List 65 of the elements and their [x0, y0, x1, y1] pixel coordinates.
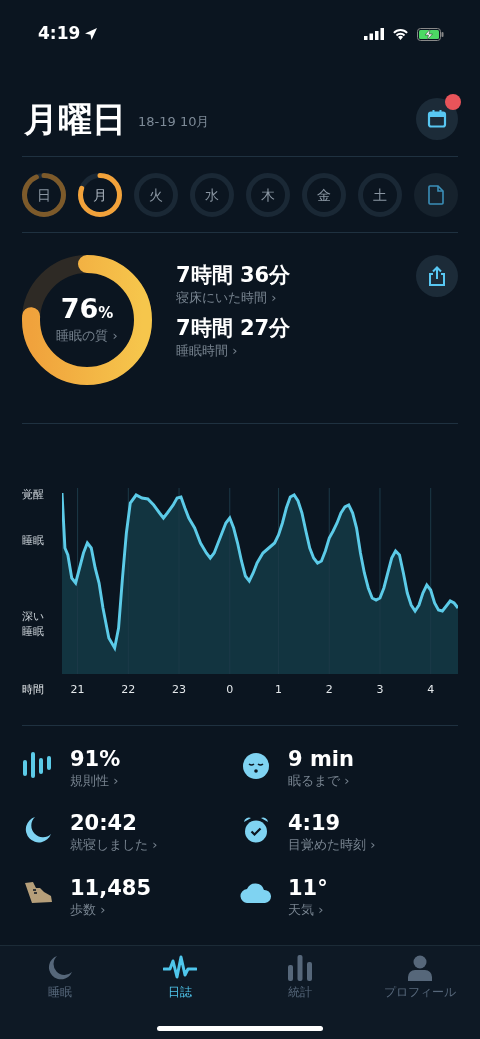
stat-link[interactable]: 歩数 › — [70, 899, 152, 920]
person-icon — [408, 955, 432, 981]
quality-link[interactable]: 睡眠の質 › — [56, 325, 118, 346]
moon-icon — [47, 955, 73, 981]
stat-link[interactable]: 規則性 › — [70, 770, 121, 791]
clock-time: 4:19 — [38, 22, 81, 46]
cloud-icon — [240, 880, 272, 903]
day-button[interactable]: 火 — [134, 173, 178, 217]
axis-label: 1 — [275, 682, 283, 698]
duration-link[interactable]: 睡眠時間 › — [176, 340, 416, 361]
stat-value: 9 min — [288, 747, 354, 771]
axis-label: 3 — [376, 682, 384, 698]
axis-label: 覚醒 — [22, 488, 45, 503]
axis-title: 時間 — [22, 682, 45, 698]
battery-charging-icon — [417, 27, 444, 41]
wave-icon — [163, 955, 197, 981]
sleepy-face-icon — [242, 751, 270, 780]
axis-label: 22 — [121, 682, 136, 698]
day-button[interactable]: 金 — [302, 173, 346, 217]
signal-icon — [364, 28, 384, 40]
quality-value: 76% — [60, 294, 114, 322]
axis-label: 4 — [427, 682, 435, 698]
bars-icon — [23, 751, 53, 778]
report-button[interactable] — [414, 173, 458, 217]
day-ring — [22, 173, 66, 217]
day-ring — [78, 173, 122, 217]
day-button[interactable]: 水 — [190, 173, 234, 217]
stat-link[interactable]: 目覚めた時刻 › — [288, 835, 376, 855]
duration-link[interactable]: 寝床にいた時間 › — [176, 288, 416, 308]
axis-label: 2 — [325, 682, 333, 698]
tab-button[interactable]: プロフィール — [360, 954, 480, 1002]
shoe-icon — [23, 880, 53, 905]
stat-link[interactable]: 就寝しました › — [70, 835, 158, 855]
tab-button[interactable]: 日誌 — [120, 954, 240, 1002]
day-title: 月曜日 — [24, 98, 126, 140]
tab-button[interactable]: 統計 — [240, 954, 360, 1002]
share-icon — [428, 266, 446, 286]
calendar-icon — [427, 109, 447, 129]
bar-chart-icon — [288, 955, 312, 981]
duration-value: 7時間 36分 — [176, 263, 292, 289]
axis-label: 21 — [70, 682, 85, 698]
stat-value: 11,485 — [70, 876, 152, 900]
document-icon — [428, 185, 444, 205]
stat-value: 20:42 — [70, 812, 138, 836]
day-button[interactable]: 土 — [358, 173, 402, 217]
location-arrow-icon — [84, 27, 99, 41]
stat-value: 91% — [70, 747, 121, 771]
axis-label: 0 — [226, 682, 234, 698]
axis-label: 深い睡眠 — [22, 610, 45, 640]
alarm-clock-icon — [242, 816, 270, 845]
stat-value: 11° — [288, 876, 328, 900]
date-range: 18-19 10月 — [138, 112, 210, 131]
moon-icon — [24, 816, 52, 845]
day-button[interactable]: 月 — [78, 173, 122, 217]
axis-label: 23 — [172, 682, 187, 698]
day-button[interactable]: 日 — [22, 173, 66, 217]
wifi-icon — [392, 28, 409, 40]
share-button[interactable] — [416, 255, 458, 297]
tab-button[interactable]: 睡眠 — [0, 954, 120, 1002]
stat-link[interactable]: 天気 › — [288, 899, 328, 920]
axis-label: 睡眠 — [22, 534, 45, 549]
duration-value: 7時間 27分 — [176, 315, 292, 341]
day-button[interactable]: 木 — [246, 173, 290, 217]
stat-value: 4:19 — [288, 812, 342, 836]
stat-link[interactable]: 眠るまで › — [288, 770, 354, 791]
